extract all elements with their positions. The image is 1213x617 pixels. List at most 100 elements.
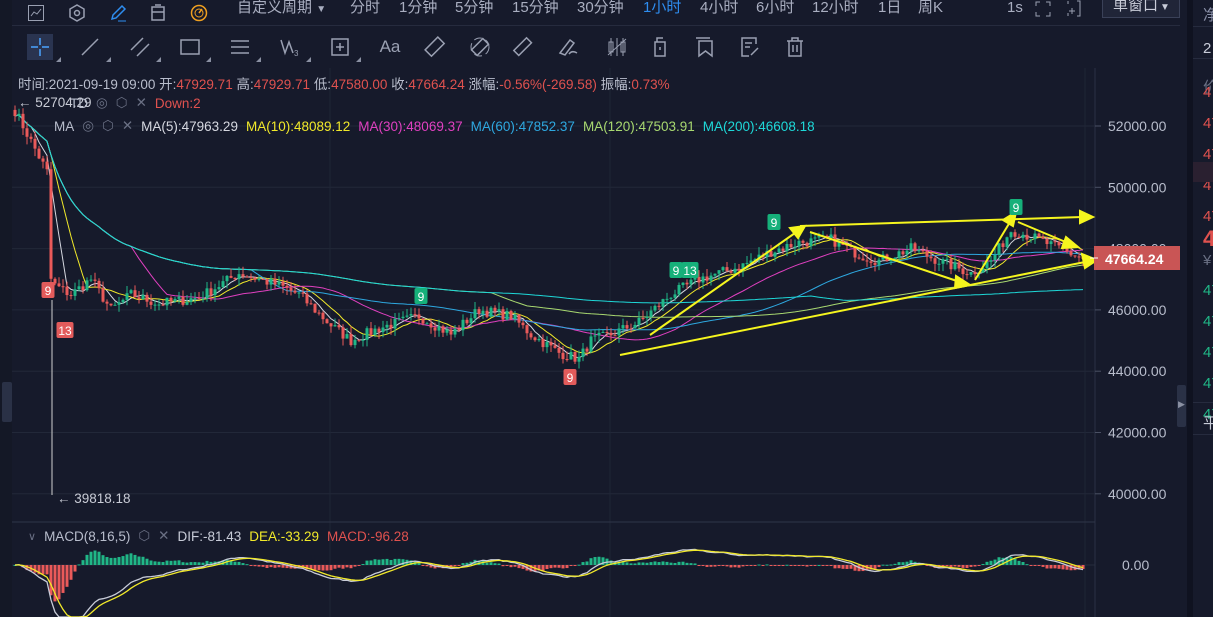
period-tab[interactable]: 6小时 (756, 0, 794, 16)
candle-body (117, 302, 121, 305)
left-scroll-handle[interactable] (2, 382, 12, 422)
settings-icon[interactable]: ⬡ (102, 118, 114, 134)
visibility-icon[interactable]: ◎ (96, 95, 108, 111)
period-tab[interactable]: 15分钟 (512, 0, 559, 16)
hide-candles-tool[interactable] (604, 34, 630, 60)
period-tab[interactable]: 周K (918, 0, 943, 16)
notes-tool[interactable] (737, 34, 763, 60)
fiat-price: ¥ (1203, 252, 1212, 269)
macd-bar (1053, 565, 1057, 569)
macd-bar (321, 565, 325, 571)
settings-icon[interactable] (68, 4, 86, 22)
measure-box-tool[interactable] (327, 34, 361, 62)
candle-body (477, 309, 481, 314)
chart-type-icon[interactable] (27, 4, 45, 22)
period-tab[interactable]: 5分钟 (455, 0, 493, 16)
refresh-interval[interactable]: 1s (1007, 0, 1023, 16)
macd-bar (685, 562, 689, 565)
ruler-tool[interactable] (422, 34, 448, 60)
macd-bar (97, 551, 101, 565)
collapse-chevron-icon[interactable]: ∨ (28, 530, 36, 543)
close-icon[interactable]: ✕ (158, 528, 169, 544)
macd-bar (193, 562, 197, 565)
macd-bar (801, 565, 805, 566)
rectangle-tool[interactable] (177, 34, 211, 62)
candle-body (1013, 232, 1017, 237)
speed-gauge-icon[interactable] (190, 4, 208, 22)
macd-bar (137, 556, 141, 565)
macd-pane (13, 548, 1085, 617)
bid-price[interactable]: 47 (1203, 344, 1213, 361)
macd-bar (177, 560, 181, 565)
bookmark-tool[interactable] (692, 34, 718, 60)
candle-body (909, 243, 913, 251)
brush-tool[interactable] (555, 34, 581, 60)
macd-bar (677, 561, 681, 565)
ask-price[interactable]: 47 (1203, 115, 1213, 132)
settings-icon[interactable]: ⬡ (138, 528, 150, 544)
custom-period-dropdown[interactable]: 自定义周期 ▼ (237, 0, 326, 18)
td-mark-label: 9 (673, 264, 680, 278)
macd-bar (641, 562, 645, 565)
candle-body (77, 286, 81, 290)
measure-tool[interactable] (510, 34, 536, 60)
ruler-lock-tool[interactable] (467, 34, 493, 60)
macd-bar (889, 564, 893, 566)
fib-tool[interactable] (227, 34, 261, 62)
visibility-icon[interactable]: ◎ (82, 118, 94, 134)
macd-bar (557, 565, 561, 568)
candle-body (189, 298, 193, 302)
period-tab[interactable]: 1分钟 (399, 0, 437, 16)
price-axis[interactable]: 52000.0050000.0048000.0046000.0044000.00… (1095, 118, 1167, 502)
macd-label: MACD(8,16,5) (44, 528, 131, 544)
period-tab[interactable]: 1小时 (643, 0, 681, 16)
chevron-down-icon: ▼ (316, 4, 327, 15)
ask-price[interactable]: 4 (1203, 84, 1211, 101)
close-label: 收: (391, 77, 409, 92)
macd-bar (565, 565, 569, 569)
macd-bar (577, 564, 581, 566)
candle-body (381, 327, 385, 333)
text-tool[interactable]: Aa (377, 34, 403, 60)
period-tab[interactable]: 1日 (878, 0, 901, 16)
candle-body (445, 329, 449, 333)
amplitude-label: 振幅: (600, 77, 632, 92)
ask-price[interactable]: 47 (1203, 146, 1213, 163)
macd-bar (873, 565, 877, 570)
candle-body (217, 287, 221, 290)
fullscreen-icon[interactable] (1064, 0, 1082, 18)
candle-body (713, 273, 717, 276)
period-tab[interactable]: 30分钟 (577, 0, 624, 16)
window-mode-dropdown[interactable]: 单窗口 ▼ (1102, 0, 1180, 18)
crosshair-tool[interactable] (27, 34, 61, 62)
right-panel-toggle[interactable]: ▶ (1177, 385, 1186, 427)
period-tab[interactable]: 4小时 (700, 0, 738, 16)
macd-bar (761, 565, 765, 566)
bid-price[interactable]: 47 (1203, 375, 1213, 392)
candle-body (1073, 255, 1077, 257)
macd-bar (49, 565, 53, 596)
delete-drawings-tool[interactable] (782, 34, 808, 60)
close-icon[interactable]: ✕ (122, 118, 133, 134)
candle-body (329, 323, 333, 327)
macd-bar (901, 562, 905, 565)
layout-icon[interactable] (149, 4, 167, 22)
candle-body (29, 136, 33, 139)
candle-body (465, 319, 469, 324)
wave-tool[interactable]: 3 (277, 34, 311, 62)
ma-line (14, 114, 1084, 318)
parallel-channel-tool[interactable] (127, 34, 161, 62)
trend-line-tool[interactable] (77, 34, 111, 62)
lock-tool[interactable] (647, 34, 673, 60)
draw-pencil-icon[interactable] (109, 4, 127, 22)
period-tab[interactable]: 分时 (350, 0, 380, 16)
ask-price[interactable]: 47 (1203, 208, 1213, 225)
close-icon[interactable]: ✕ (136, 95, 147, 111)
macd-bar (101, 555, 105, 565)
bid-price[interactable]: 47 (1203, 313, 1213, 330)
bid-price[interactable]: 47 (1203, 282, 1213, 299)
settings-icon[interactable]: ⬡ (116, 95, 128, 111)
expand-icon[interactable] (1034, 0, 1052, 18)
candle-body (797, 240, 801, 247)
period-tab[interactable]: 12小时 (812, 0, 859, 16)
